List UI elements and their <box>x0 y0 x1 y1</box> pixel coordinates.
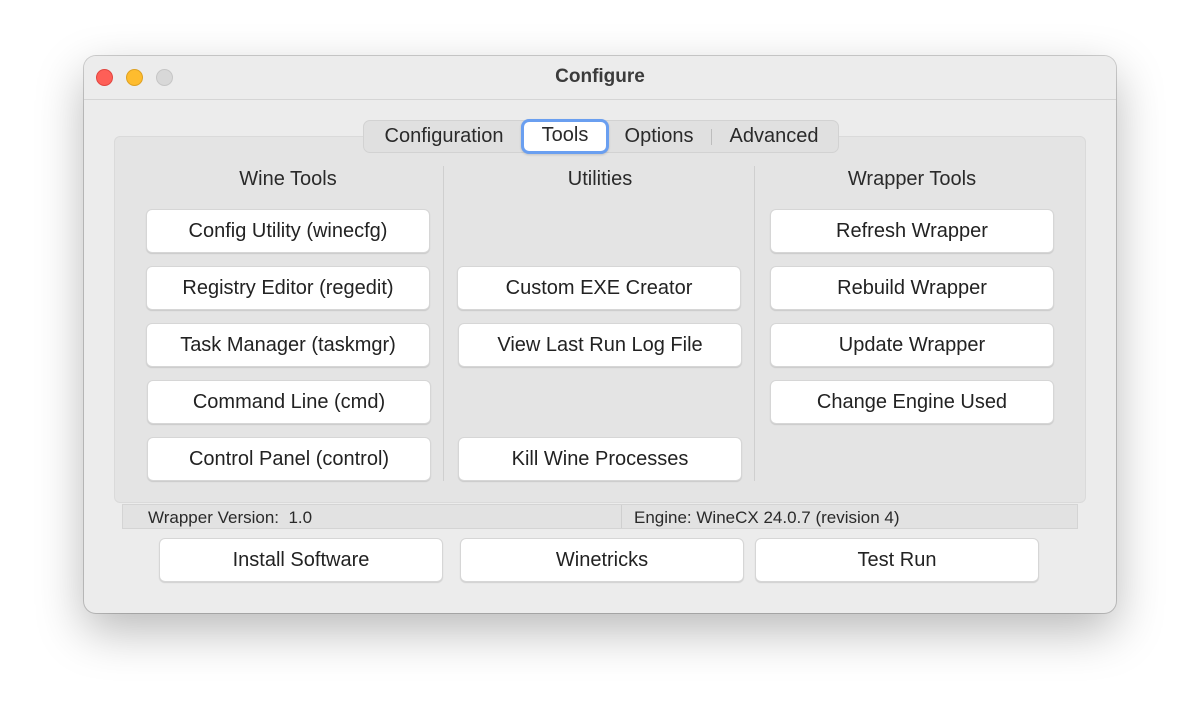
change-engine-button[interactable]: Change Engine Used <box>770 380 1054 424</box>
view-last-run-log-button[interactable]: View Last Run Log File <box>458 323 742 367</box>
task-manager-button[interactable]: Task Manager (taskmgr) <box>146 323 430 367</box>
update-wrapper-button[interactable]: Update Wrapper <box>770 323 1054 367</box>
control-panel-button[interactable]: Control Panel (control) <box>147 437 431 481</box>
tab-options[interactable]: Options <box>613 121 705 152</box>
install-software-button[interactable]: Install Software <box>159 538 443 582</box>
column-divider <box>443 166 444 481</box>
tab-configuration[interactable]: Configuration <box>368 121 520 152</box>
wine-tools-heading: Wine Tools <box>239 168 337 190</box>
tab-advanced[interactable]: Advanced <box>718 121 830 152</box>
wrapper-version-label: Wrapper Version: 1.0 <box>148 508 313 527</box>
tab-bar: Configuration Tools Options Advanced <box>363 119 839 154</box>
command-line-button[interactable]: Command Line (cmd) <box>147 380 431 424</box>
configure-window: Configure Configuration Tools Options Ad… <box>84 56 1116 613</box>
test-run-button[interactable]: Test Run <box>755 538 1039 582</box>
refresh-wrapper-button[interactable]: Refresh Wrapper <box>770 209 1054 253</box>
status-bar: Wrapper Version: 1.0 Engine: WineCX 24.0… <box>122 504 1078 529</box>
window-title: Configure <box>555 66 645 87</box>
title-bar: Configure <box>84 56 1116 100</box>
config-utility-button[interactable]: Config Utility (winecfg) <box>146 209 430 253</box>
custom-exe-creator-button[interactable]: Custom EXE Creator <box>457 266 741 310</box>
tab-separator <box>711 129 712 145</box>
wrapper-tools-heading: Wrapper Tools <box>847 168 977 190</box>
tab-tools[interactable]: Tools <box>521 119 609 154</box>
engine-label: Engine: WineCX 24.0.7 (revision 4) <box>634 508 900 527</box>
utilities-heading: Utilities <box>567 168 633 190</box>
winetricks-button[interactable]: Winetricks <box>460 538 744 582</box>
column-divider <box>754 166 755 481</box>
rebuild-wrapper-button[interactable]: Rebuild Wrapper <box>770 266 1054 310</box>
status-divider <box>621 505 622 528</box>
kill-wine-processes-button[interactable]: Kill Wine Processes <box>458 437 742 481</box>
registry-editor-button[interactable]: Registry Editor (regedit) <box>146 266 430 310</box>
